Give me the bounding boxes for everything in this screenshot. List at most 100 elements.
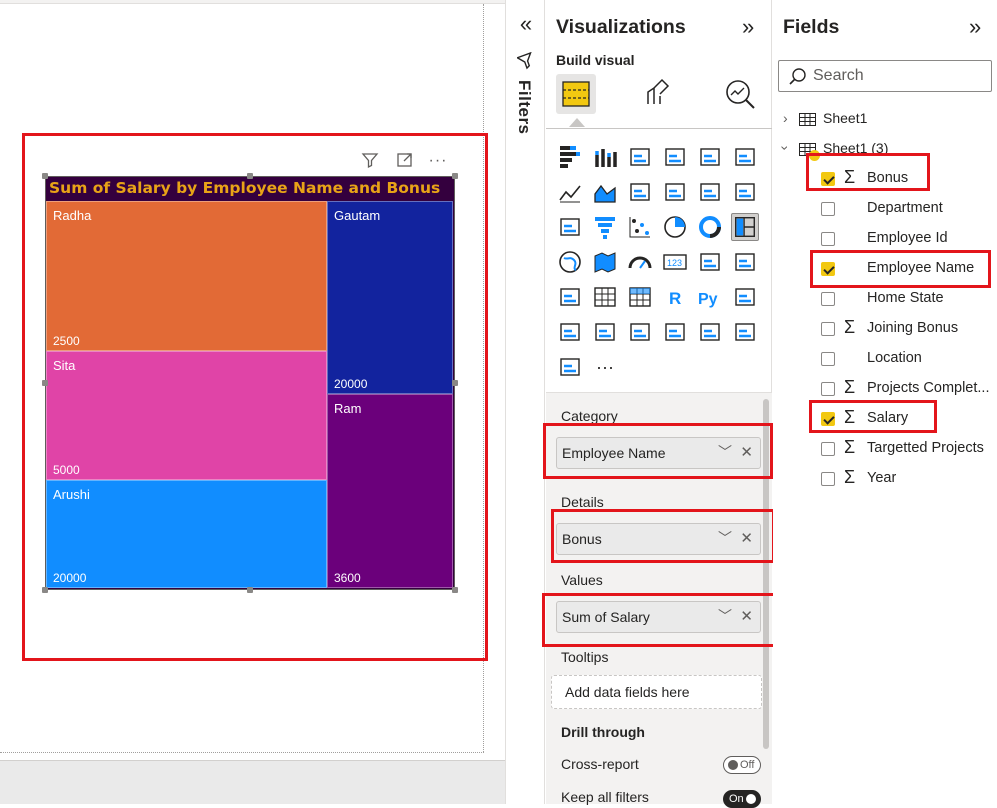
field-item[interactable]: Employee Id: [773, 225, 997, 253]
search-icon: [789, 68, 806, 85]
field-item[interactable]: Location: [773, 345, 997, 373]
field-item[interactable]: Σ Projects Complet...: [773, 375, 997, 403]
treemap-tile-sita[interactable]: Sita 5000: [46, 351, 327, 480]
highlight-box-details: [551, 509, 775, 563]
format-visual-tab[interactable]: [638, 74, 678, 114]
resize-handle[interactable]: [247, 587, 253, 593]
resize-handle[interactable]: [42, 587, 48, 593]
chevron-down-icon[interactable]: ›: [777, 146, 793, 151]
key-influencers-icon[interactable]: [731, 283, 759, 311]
paginated-report-icon[interactable]: [661, 318, 689, 346]
funnel-chart-icon[interactable]: [591, 213, 619, 241]
python-visual-icon[interactable]: Py: [696, 283, 724, 311]
more-options-icon[interactable]: ···: [428, 151, 448, 171]
expand-visualizations-icon[interactable]: »: [742, 16, 754, 38]
treemap-tile-arushi[interactable]: Arushi 20000: [46, 480, 327, 588]
100-stacked-bar-chart-icon[interactable]: [696, 143, 724, 171]
card-icon[interactable]: 123: [661, 248, 689, 276]
chevron-right-icon[interactable]: ›: [783, 110, 788, 126]
line-column-chart-icon[interactable]: [661, 178, 689, 206]
power-apps-icon[interactable]: [731, 318, 759, 346]
field-item[interactable]: Σ Year: [773, 465, 997, 493]
qa-icon[interactable]: [591, 318, 619, 346]
visual-type-gallery: 123 R Py ···: [546, 128, 772, 390]
gauge-icon[interactable]: [626, 248, 654, 276]
highlight-box-salary: [809, 400, 937, 433]
fields-pane: Fields » › Sheet1 › Sheet1 (3) ΣBonusDep…: [773, 0, 997, 804]
filter-icon[interactable]: [360, 151, 380, 171]
map-icon[interactable]: [556, 248, 584, 276]
line-clustered-column-chart-icon[interactable]: [696, 178, 724, 206]
more-visuals-icon[interactable]: ···: [591, 353, 619, 381]
highlight-box-category: [543, 423, 773, 479]
keep-filters-label: Keep all filters: [561, 789, 649, 805]
treemap-visual[interactable]: Sum of Salary by Employee Name and Bonus…: [42, 173, 458, 593]
slicer-icon[interactable]: [556, 283, 584, 311]
smart-narrative-icon[interactable]: [626, 318, 654, 346]
resize-handle[interactable]: [247, 173, 253, 179]
table-visual-icon[interactable]: [591, 283, 619, 311]
treemap-tile-gautam[interactable]: Gautam 20000: [327, 201, 453, 394]
filters-label[interactable]: Filters: [514, 80, 534, 135]
resize-handle[interactable]: [42, 380, 48, 386]
treemap-tile-ram[interactable]: Ram 3600: [327, 394, 453, 588]
kpi-icon[interactable]: [731, 248, 759, 276]
pie-chart-icon[interactable]: [661, 213, 689, 241]
power-automate-icon[interactable]: [556, 353, 584, 381]
field-item[interactable]: Σ Targetted Projects: [773, 435, 997, 463]
field-checkbox[interactable]: [821, 232, 835, 246]
field-checkbox[interactable]: [821, 442, 835, 456]
funnel-icon[interactable]: [515, 51, 535, 70]
analytics-tab[interactable]: [720, 74, 760, 114]
field-checkbox[interactable]: [821, 382, 835, 396]
decomposition-tree-icon[interactable]: [556, 318, 584, 346]
resize-handle[interactable]: [452, 587, 458, 593]
line-chart-icon[interactable]: [556, 178, 584, 206]
matrix-icon[interactable]: [626, 283, 654, 311]
stacked-area-chart-icon[interactable]: [626, 178, 654, 206]
tooltips-drop-zone[interactable]: Add data fields here: [551, 675, 762, 709]
clustered-bar-chart-icon[interactable]: [626, 143, 654, 171]
stacked-column-chart-icon[interactable]: [591, 143, 619, 171]
100-stacked-column-chart-icon[interactable]: [731, 143, 759, 171]
ribbon-chart-icon[interactable]: [731, 178, 759, 206]
table-sheet1[interactable]: › Sheet1: [773, 105, 997, 133]
svg-text:Py: Py: [698, 291, 718, 308]
keep-filters-toggle[interactable]: On: [723, 790, 761, 808]
scatter-chart-icon[interactable]: [626, 213, 654, 241]
analytics-magnifier-icon: [726, 80, 755, 109]
field-checkbox[interactable]: [821, 292, 835, 306]
treemap-tile-radha[interactable]: Radha 2500: [46, 201, 327, 351]
cross-report-toggle[interactable]: Off: [723, 756, 761, 774]
field-item[interactable]: Department: [773, 195, 997, 223]
donut-chart-icon[interactable]: [696, 213, 724, 241]
field-name: Location: [867, 350, 922, 366]
stacked-bar-chart-icon[interactable]: [556, 143, 584, 171]
tile-label: Ram: [334, 401, 362, 416]
resize-handle[interactable]: [452, 173, 458, 179]
focus-mode-icon[interactable]: [395, 151, 415, 171]
field-item[interactable]: Σ Joining Bonus: [773, 315, 997, 343]
tile-detail-value: 5000: [53, 463, 80, 477]
field-checkbox[interactable]: [821, 472, 835, 486]
field-checkbox[interactable]: [821, 352, 835, 366]
waterfall-chart-icon[interactable]: [556, 213, 584, 241]
clustered-column-chart-icon[interactable]: [661, 143, 689, 171]
field-checkbox[interactable]: [821, 322, 835, 336]
fields-search-input[interactable]: [813, 65, 983, 87]
filled-map-icon[interactable]: [591, 248, 619, 276]
build-visual-tab[interactable]: [556, 74, 596, 114]
collapse-filters-icon[interactable]: «: [515, 13, 537, 36]
field-item[interactable]: Home State: [773, 285, 997, 313]
area-chart-icon[interactable]: [591, 178, 619, 206]
multi-row-card-icon[interactable]: [696, 248, 724, 276]
expand-fields-icon[interactable]: »: [969, 16, 981, 38]
fields-search-box[interactable]: [778, 60, 992, 92]
azure-map-icon[interactable]: [696, 318, 724, 346]
resize-handle[interactable]: [452, 380, 458, 386]
field-checkbox[interactable]: [821, 202, 835, 216]
resize-handle[interactable]: [42, 173, 48, 179]
r-visual-icon[interactable]: R: [661, 283, 689, 311]
tile-detail-value: 20000: [334, 377, 368, 391]
treemap-icon[interactable]: [731, 213, 759, 241]
